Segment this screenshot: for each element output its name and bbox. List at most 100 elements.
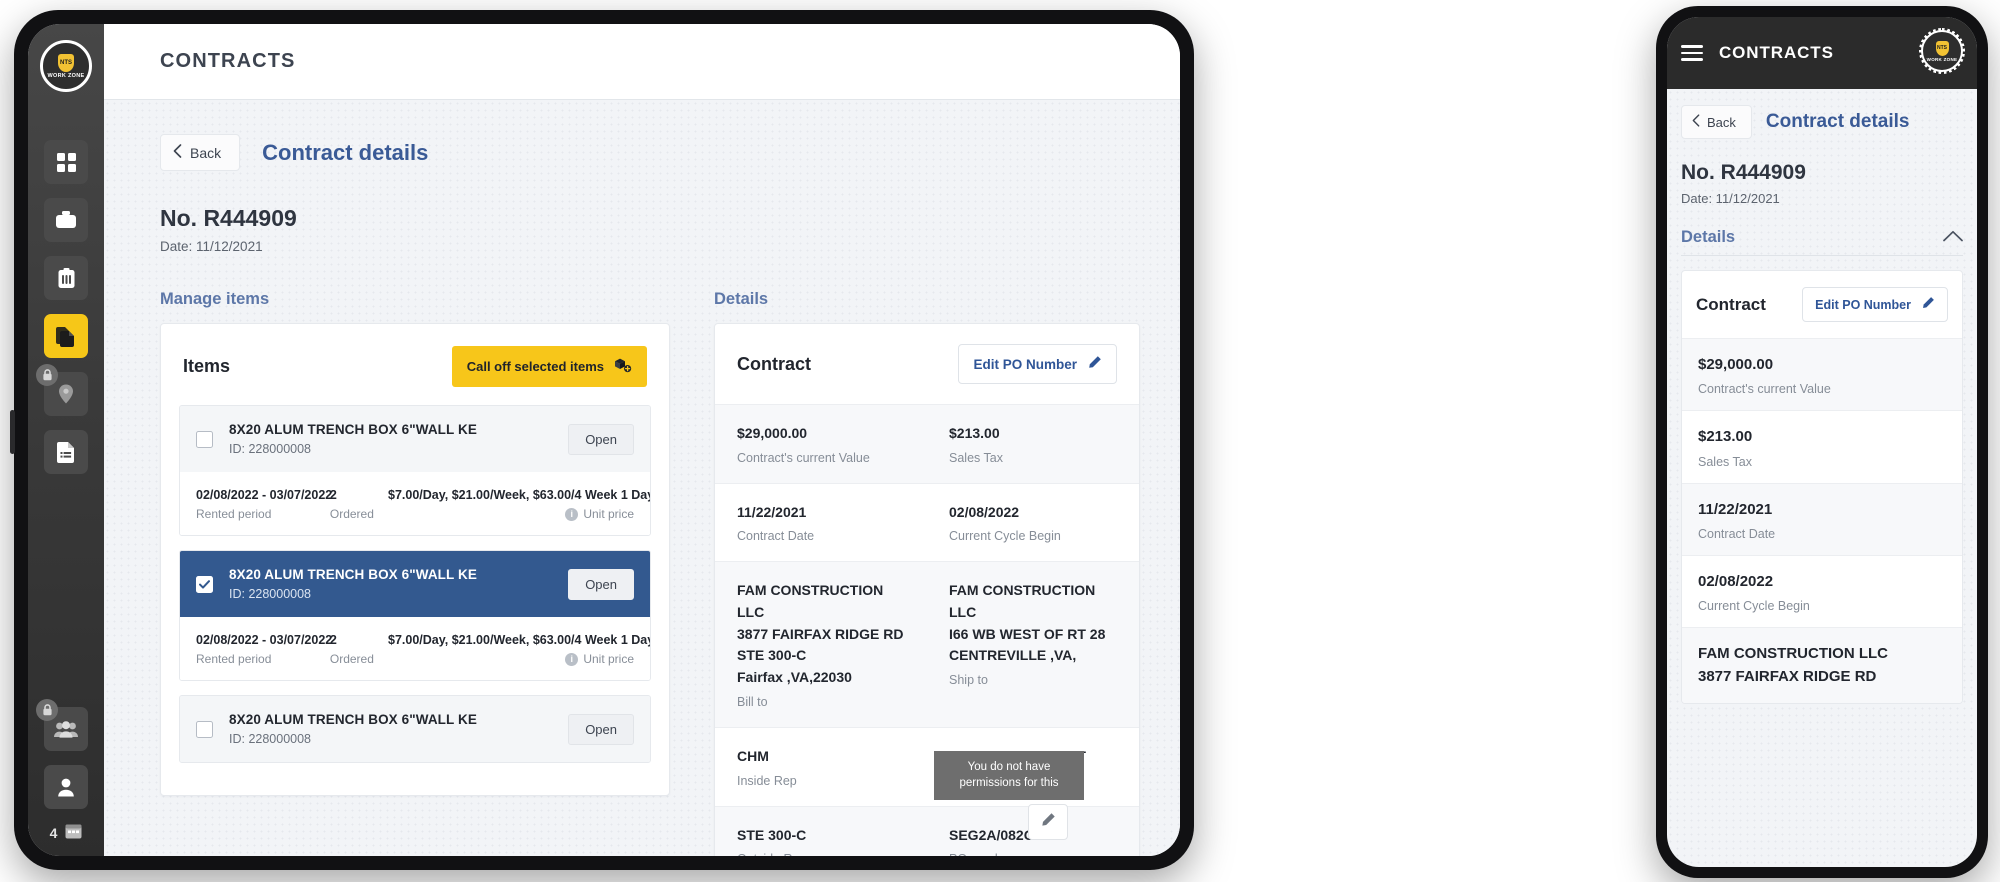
mobile-details-accordion[interactable]: Details: [1681, 228, 1963, 256]
kv-value: 11/22/2021: [1698, 500, 1773, 518]
logo-text: WORK ZONE: [1926, 56, 1958, 62]
pencil-icon: [1087, 355, 1102, 373]
chevron-left-icon: [173, 144, 182, 161]
phone-device: CONTRACTS NTS WORK ZONE Back Contract de…: [1656, 6, 1988, 878]
item-header-row[interactable]: 8X20 ALUM TRENCH BOX 6"WALL KE ID: 22800…: [180, 696, 650, 762]
open-item-button[interactable]: Open: [568, 568, 634, 600]
clipboard-icon: [58, 267, 75, 289]
sidebar-bottom-group: 4: [36, 699, 88, 856]
contract-card-header: Contract Edit PO Number: [715, 324, 1139, 404]
mobile-header-title: CONTRACTS: [1719, 43, 1834, 62]
mobile-edit-po-label: Edit PO Number: [1815, 297, 1911, 312]
mobile-edit-po-number-button[interactable]: Edit PO Number: [1802, 287, 1948, 322]
chevron-up-icon[interactable]: [1943, 229, 1963, 247]
grid-icon: [56, 152, 76, 172]
hamburger-icon[interactable]: [1681, 45, 1703, 61]
mobile-content: Back Contract details No. R444909 Date: …: [1667, 89, 1977, 867]
sidebar-item-jobs[interactable]: [44, 198, 88, 242]
ordered-value: 2: [329, 488, 337, 502]
call-off-selected-items-button[interactable]: Call off selected items: [451, 346, 647, 387]
sidebar-item-locations[interactable]: [36, 364, 88, 416]
briefcase-icon: [55, 210, 77, 230]
edit-po-icon-button[interactable]: [1028, 804, 1068, 840]
sidebar-item-invoices[interactable]: [44, 430, 88, 474]
open-item-button[interactable]: Open: [568, 423, 634, 455]
kv-label: Contract's current Value: [737, 450, 870, 465]
mobile-contract-card-title: Contract: [1696, 294, 1766, 314]
list-item[interactable]: 8X20 ALUM TRENCH BOX 6"WALL KE ID: 22800…: [179, 550, 651, 681]
sidebar: NTS WORK ZONE 4: [28, 24, 104, 856]
contract-date: Date: 11/12/2021: [160, 239, 263, 254]
info-icon[interactable]: i: [565, 652, 579, 666]
item-id: ID: 228000008: [229, 442, 312, 456]
list-item: 02/08/2022 Current Cycle Begin: [1682, 554, 1962, 627]
logo-shield-icon: NTS: [1935, 40, 1949, 56]
items-card-header: Items Call off selected items: [161, 324, 669, 405]
kv-value: $29,000.00: [737, 425, 808, 441]
tablet-main: CONTRACTS Back Contract details No. R444…: [104, 24, 1180, 856]
edit-po-number-button[interactable]: Edit PO Number: [958, 344, 1117, 384]
unit-price-label: Unit price: [583, 507, 634, 521]
users-group-icon: [54, 720, 78, 738]
page-header-title: CONTRACTS: [160, 50, 296, 72]
open-item-button[interactable]: Open: [568, 713, 634, 745]
back-button-label: Back: [190, 144, 222, 161]
sidebar-item-account[interactable]: [44, 765, 88, 809]
item-checkbox[interactable]: [196, 575, 213, 593]
lock-icon: [36, 699, 58, 721]
kv-label: Inside Rep: [737, 773, 797, 788]
kv-value: FAM CONSTRUCTION LLC 3877 FAIRFAX RIDGE …: [737, 582, 904, 686]
item-name: 8X20 ALUM TRENCH BOX 6"WALL KE: [229, 712, 477, 727]
item-unit-price: $7.00/Day, $21.00/Week, $63.00/4 Week 1 …: [388, 488, 650, 521]
mobile-contract-number: No. R444909: [1681, 161, 1806, 184]
logo-initials: NTS: [1937, 45, 1947, 51]
back-button[interactable]: Back: [160, 134, 241, 171]
list-item: 11/22/2021 Contract Date: [1682, 482, 1962, 555]
mobile-page-title: Contract details: [1765, 111, 1910, 132]
kv-contract-value: $29,000.00 Contract's current Value: [715, 405, 927, 483]
table-row: STE 300-C Outside Rep SEG2A/082C PO numb…: [715, 806, 1139, 857]
kv-label: Sales Tax: [1698, 454, 1752, 469]
item-id: ID: 228000008: [229, 732, 312, 746]
kv-label: Contract's current Value: [1698, 382, 1831, 397]
table-row: 11/22/2021 Contract Date 02/08/2022 Curr…: [715, 484, 1139, 563]
item-ordered: 2 Ordered: [329, 488, 374, 521]
list-item[interactable]: 8X20 ALUM TRENCH BOX 6"WALL KE ID: 22800…: [179, 695, 651, 763]
pencil-icon: [1921, 296, 1935, 313]
table-row: FAM CONSTRUCTION LLC 3877 FAIRFAX RIDGE …: [715, 562, 1139, 728]
work-zone-logo-icon: NTS WORK ZONE: [1919, 28, 1965, 74]
kv-inside-rep: CHM Inside Rep: [715, 728, 927, 806]
permissions-tooltip: You do not have permissions for this: [934, 750, 1084, 800]
sidebar-item-reports[interactable]: [44, 256, 88, 300]
item-checkbox[interactable]: [196, 720, 213, 738]
logo-text: WORK ZONE: [47, 72, 85, 79]
kv-outside-rep: STE 300-C Outside Rep: [715, 807, 927, 857]
kv-sales-tax: $213.00 Sales Tax: [927, 405, 1139, 483]
sidebar-item-users[interactable]: [36, 699, 88, 751]
mobile-back-button[interactable]: Back: [1681, 105, 1752, 139]
kv-label: Contract Date: [1698, 526, 1776, 541]
info-icon[interactable]: i: [565, 507, 579, 521]
tablet-screen: NTS WORK ZONE 4 CONTRACTS Back Contract …: [28, 24, 1180, 856]
kv-current-cycle-begin: 02/08/2022 Current Cycle Begin: [927, 484, 1139, 562]
item-header-row[interactable]: 8X20 ALUM TRENCH BOX 6"WALL KE ID: 22800…: [180, 551, 650, 617]
sidebar-item-contracts[interactable]: [44, 314, 88, 358]
kv-value: $213.00: [1698, 428, 1753, 446]
item-header-row[interactable]: 8X20 ALUM TRENCH BOX 6"WALL KE ID: 22800…: [180, 406, 650, 472]
item-id: ID: 228000008: [229, 587, 312, 601]
sidebar-item-dashboard[interactable]: [44, 140, 88, 184]
sidebar-counter[interactable]: 4: [50, 823, 83, 842]
kv-value: STE 300-C: [737, 826, 807, 843]
item-checkbox[interactable]: [196, 430, 213, 448]
unit-price-label-wrap: i Unit price: [388, 507, 634, 521]
kv-value: $29,000.00: [1698, 356, 1774, 373]
list-item[interactable]: 8X20 ALUM TRENCH BOX 6"WALL KE ID: 22800…: [179, 405, 651, 536]
mobile-topbar: CONTRACTS NTS WORK ZONE: [1667, 17, 1977, 89]
list-item: $29,000.00 Contract's current Value: [1682, 338, 1962, 411]
kv-label: Ship to: [949, 673, 988, 688]
kv-value: 02/08/2022: [949, 503, 1020, 520]
kv-label: Current Cycle Begin: [949, 529, 1061, 544]
unit-price-value: $7.00/Day, $21.00/Week, $63.00/4 Week 1 …: [388, 633, 650, 647]
item-unit-price: $7.00/Day, $21.00/Week, $63.00/4 Week 1 …: [388, 633, 650, 666]
mobile-contract-card-header: Contract Edit PO Number: [1682, 271, 1962, 338]
